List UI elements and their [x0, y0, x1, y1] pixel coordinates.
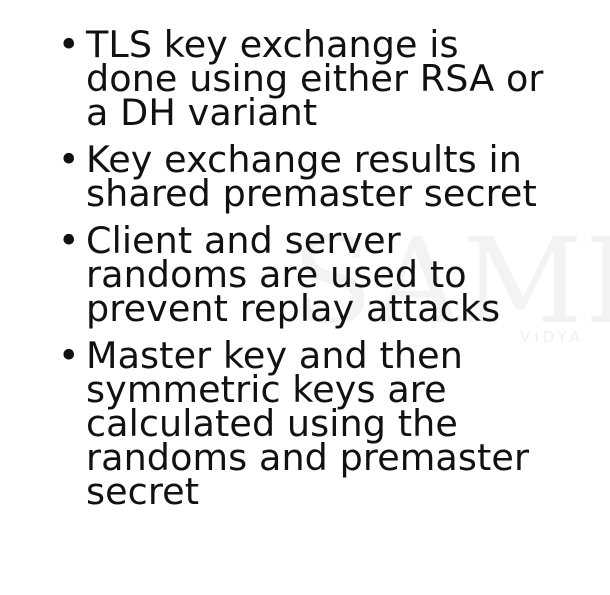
bullet-point-icon: •	[58, 219, 80, 262]
bullet-point-icon: •	[58, 23, 80, 66]
bullet-item-master-key: • Master key and then symmetric keys are…	[56, 334, 601, 513]
bullet-item-randoms: • Client and server randoms are used to …	[56, 219, 601, 330]
slide: SAMR VIDYA • TLS key exchange is done us…	[0, 0, 610, 595]
bullet-point-icon: •	[58, 138, 80, 181]
bullet-item-premaster-secret: • Key exchange results in shared premast…	[56, 138, 601, 215]
bullet-list: • TLS key exchange is done using either …	[56, 23, 601, 522]
bullet-line: a DH variant	[86, 91, 318, 134]
bullet-line: prevent replay attacks	[86, 287, 501, 330]
bullet-line: secret	[86, 470, 200, 513]
bullet-line: shared premaster secret	[86, 172, 537, 215]
bullet-item-key-exchange: • TLS key exchange is done using either …	[56, 23, 601, 134]
bullet-point-icon: •	[58, 334, 80, 377]
